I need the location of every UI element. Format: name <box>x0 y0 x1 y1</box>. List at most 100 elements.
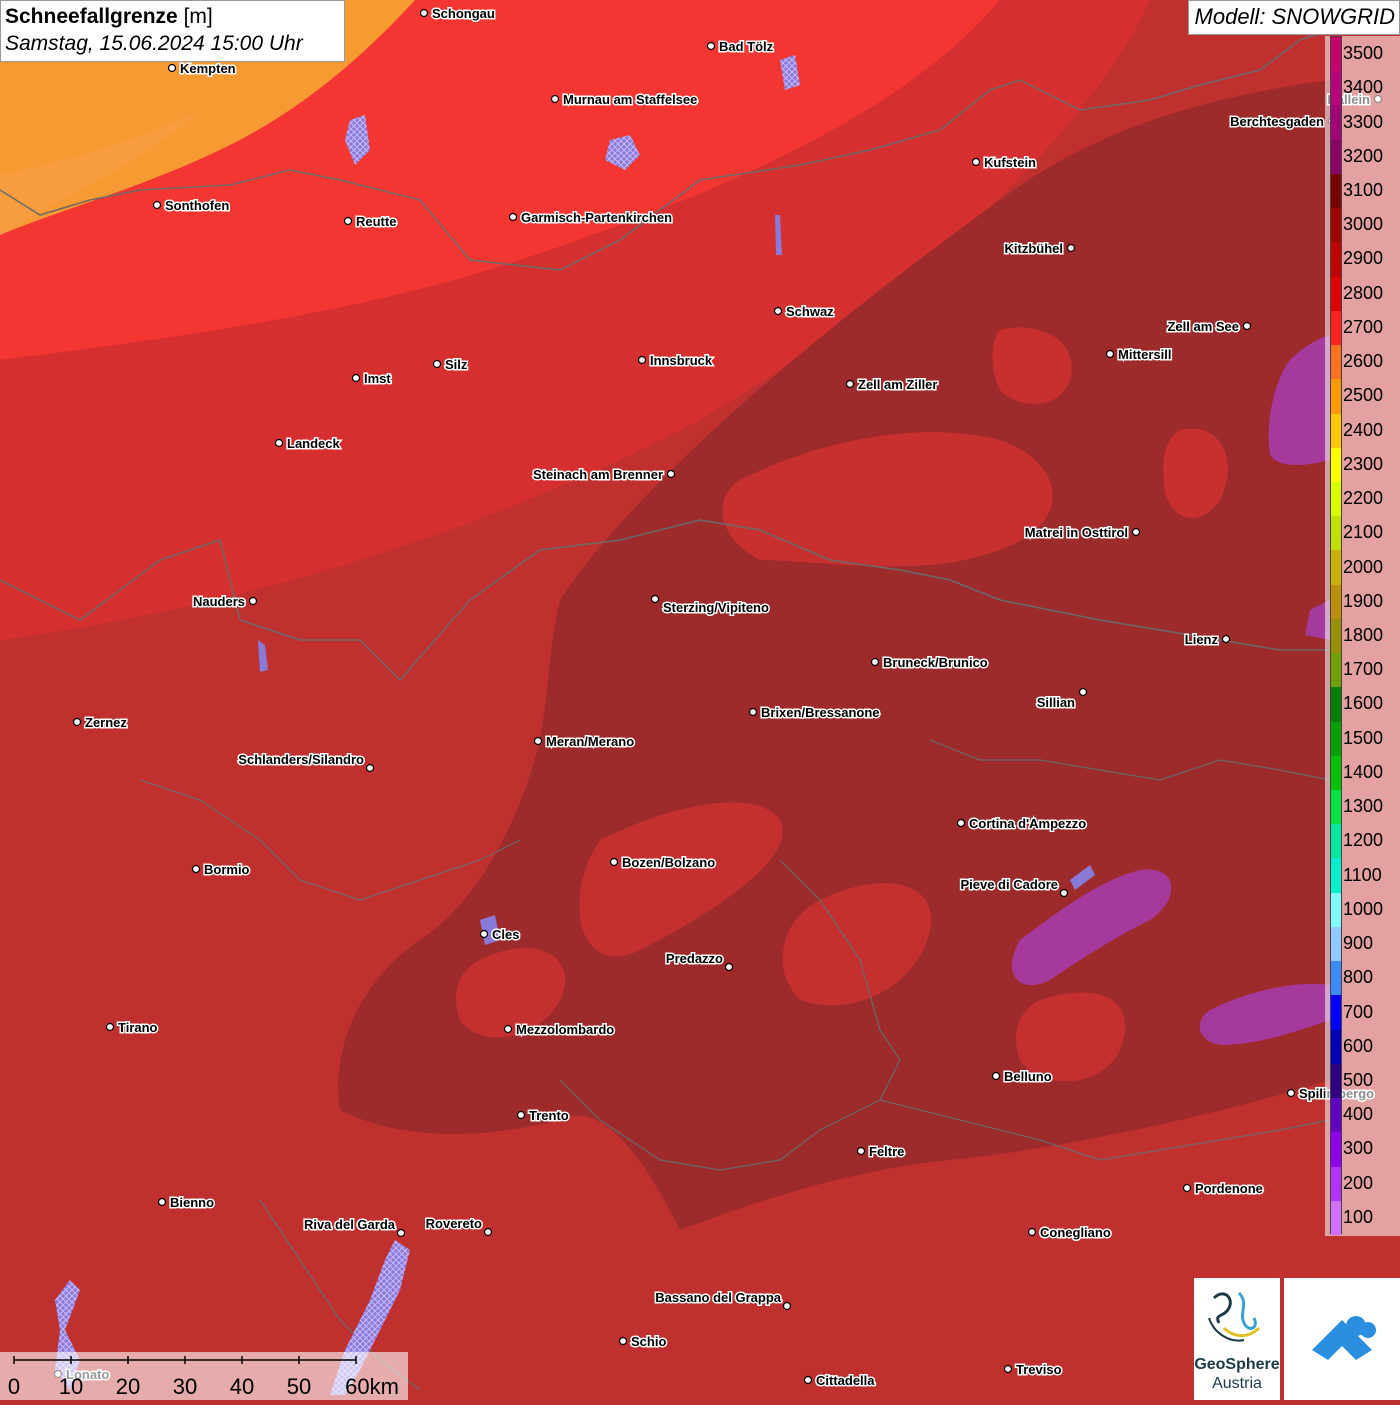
city-dot-icon <box>503 1024 513 1034</box>
city-marker[interactable]: Bruneck/Brunico <box>870 654 989 672</box>
legend-swatch <box>1331 105 1341 140</box>
city-label: Feltre <box>869 1144 904 1159</box>
legend-swatch <box>1331 755 1341 791</box>
city-label: Bassano del Grappa <box>655 1290 781 1305</box>
city-label: Trento <box>529 1108 569 1123</box>
city-marker[interactable]: Bozen/Bolzano <box>609 854 717 872</box>
city-dot-icon <box>105 1022 115 1032</box>
city-marker[interactable]: Mezzolombardo <box>503 1021 616 1039</box>
city-dot-icon <box>191 864 201 874</box>
legend-label: 600 <box>1343 1035 1374 1056</box>
legend-swatch <box>1331 584 1341 619</box>
city-dot-icon <box>845 379 855 389</box>
app-logo[interactable] <box>1284 1278 1400 1400</box>
city-label: Bruneck/Brunico <box>883 655 988 670</box>
city-dot-icon <box>637 355 647 365</box>
city-marker[interactable]: Conegliano <box>1027 1224 1112 1242</box>
legend-label: 100 <box>1343 1206 1374 1227</box>
legend-label: 1000 <box>1343 898 1384 919</box>
city-dot-icon <box>248 596 258 606</box>
city-label: Steinach am Brenner <box>533 467 663 482</box>
city-dot-icon <box>419 8 429 18</box>
scale-tick-label: 0 <box>7 1374 21 1399</box>
legend-label: 400 <box>1343 1104 1374 1125</box>
city-dot-icon <box>609 857 619 867</box>
city-marker[interactable]: Berchtesgaden <box>1229 113 1337 131</box>
city-dot-icon <box>748 707 758 717</box>
legend-swatch <box>1331 1200 1341 1235</box>
legend-label: 1300 <box>1343 796 1384 817</box>
geosphere-emblem-icon <box>1208 1291 1261 1342</box>
city-dot-icon <box>856 1146 866 1156</box>
legend-swatch <box>1331 961 1341 996</box>
scale-tick-label: 30 <box>172 1374 198 1399</box>
city-label: Bormio <box>204 862 250 877</box>
city-label: Zell am See <box>1167 319 1239 334</box>
city-marker[interactable]: Meran/Merano <box>533 733 636 751</box>
legend-label: 1800 <box>1343 625 1384 645</box>
geosphere-logo[interactable]: GeoSphere Austria <box>1194 1278 1280 1400</box>
city-dot-icon <box>167 63 177 73</box>
color-legend: 3500 3400 3300 3200 3100 3000 2900 2800 2700 2600… <box>1325 36 1400 1236</box>
city-dot-icon <box>72 717 82 727</box>
city-dot-icon <box>1105 349 1115 359</box>
city-marker[interactable]: Matrei in Osttirol <box>1023 524 1141 542</box>
legend-swatch <box>1331 824 1341 859</box>
legend-label: 2800 <box>1343 282 1384 303</box>
city-marker[interactable]: Garmisch-Partenkirchen <box>508 209 674 227</box>
snowfall-limit-map[interactable]: Schongau Kempten Bad Tölz Murnau am Staffel… <box>0 0 1400 1400</box>
city-label: Reutte <box>356 214 396 229</box>
legend-swatch <box>1331 1063 1341 1099</box>
city-label: Mittersill <box>1118 347 1171 362</box>
city-marker[interactable]: Cortina d'Ampezzo <box>956 815 1088 833</box>
city-dot-icon <box>650 594 660 604</box>
city-label: Kempten <box>180 61 236 76</box>
mountain-cloud-icon <box>1312 1316 1376 1360</box>
legend-label: 500 <box>1343 1069 1374 1090</box>
scale-tick-label: 10 <box>58 1374 84 1399</box>
city-label: Schwaz <box>786 304 834 319</box>
city-label: Bad Tölz <box>719 39 774 54</box>
city-label: Matrei in Osttirol <box>1025 525 1128 540</box>
legend-label: 900 <box>1343 933 1374 954</box>
legend-label: 1400 <box>1343 761 1384 782</box>
legend-swatch <box>1331 858 1341 893</box>
city-label: Silz <box>445 357 468 372</box>
legend-swatch <box>1331 208 1341 243</box>
city-dot-icon <box>351 373 361 383</box>
city-label: Murnau am Staffelsee <box>563 92 697 107</box>
city-marker[interactable]: Murnau am Staffelsee <box>550 91 699 109</box>
legend-label: 700 <box>1343 1001 1374 1022</box>
title-box: Schneefallgrenze [m] Samstag, 15.06.2024… <box>0 0 345 62</box>
city-dot-icon <box>157 1197 167 1207</box>
legend-label: 2400 <box>1343 419 1384 440</box>
legend-label: 3000 <box>1343 214 1384 235</box>
legend-swatch <box>1331 618 1341 654</box>
city-marker[interactable]: Cittadella <box>803 1372 877 1390</box>
scale-bar: 0 10 20 30 40 50 60km <box>0 1352 408 1400</box>
city-marker[interactable]: Steinach am Brenner <box>531 466 676 484</box>
city-marker[interactable]: Zell am See <box>1166 318 1252 336</box>
legend-swatch <box>1331 345 1341 380</box>
city-label: Meran/Merano <box>546 734 634 749</box>
city-label: Riva del Garda <box>304 1217 396 1232</box>
city-dot-icon <box>1003 1364 1013 1374</box>
legend-swatch <box>1331 995 1341 1030</box>
legend-swatch <box>1331 379 1341 414</box>
city-marker[interactable]: Innsbruck <box>637 352 714 370</box>
city-dot-icon <box>666 469 676 479</box>
legend-label: 3500 <box>1343 43 1384 64</box>
city-label: Nauders <box>193 594 245 609</box>
legend-swatch <box>1331 173 1341 209</box>
city-dot-icon <box>274 438 284 448</box>
city-marker[interactable]: Pordenone <box>1182 1180 1264 1198</box>
city-label: Cles <box>492 927 519 942</box>
legend-swatch <box>1331 276 1341 311</box>
city-marker[interactable]: Sonthofen <box>152 197 231 215</box>
legend-swatch <box>1331 892 1341 927</box>
city-marker[interactable]: Zell am Ziller <box>845 376 939 394</box>
city-marker[interactable]: Schongau <box>419 5 496 23</box>
city-dot-icon <box>773 306 783 316</box>
city-marker[interactable]: Brixen/Bressanone <box>748 704 881 722</box>
legend-swatch <box>1331 1029 1341 1064</box>
